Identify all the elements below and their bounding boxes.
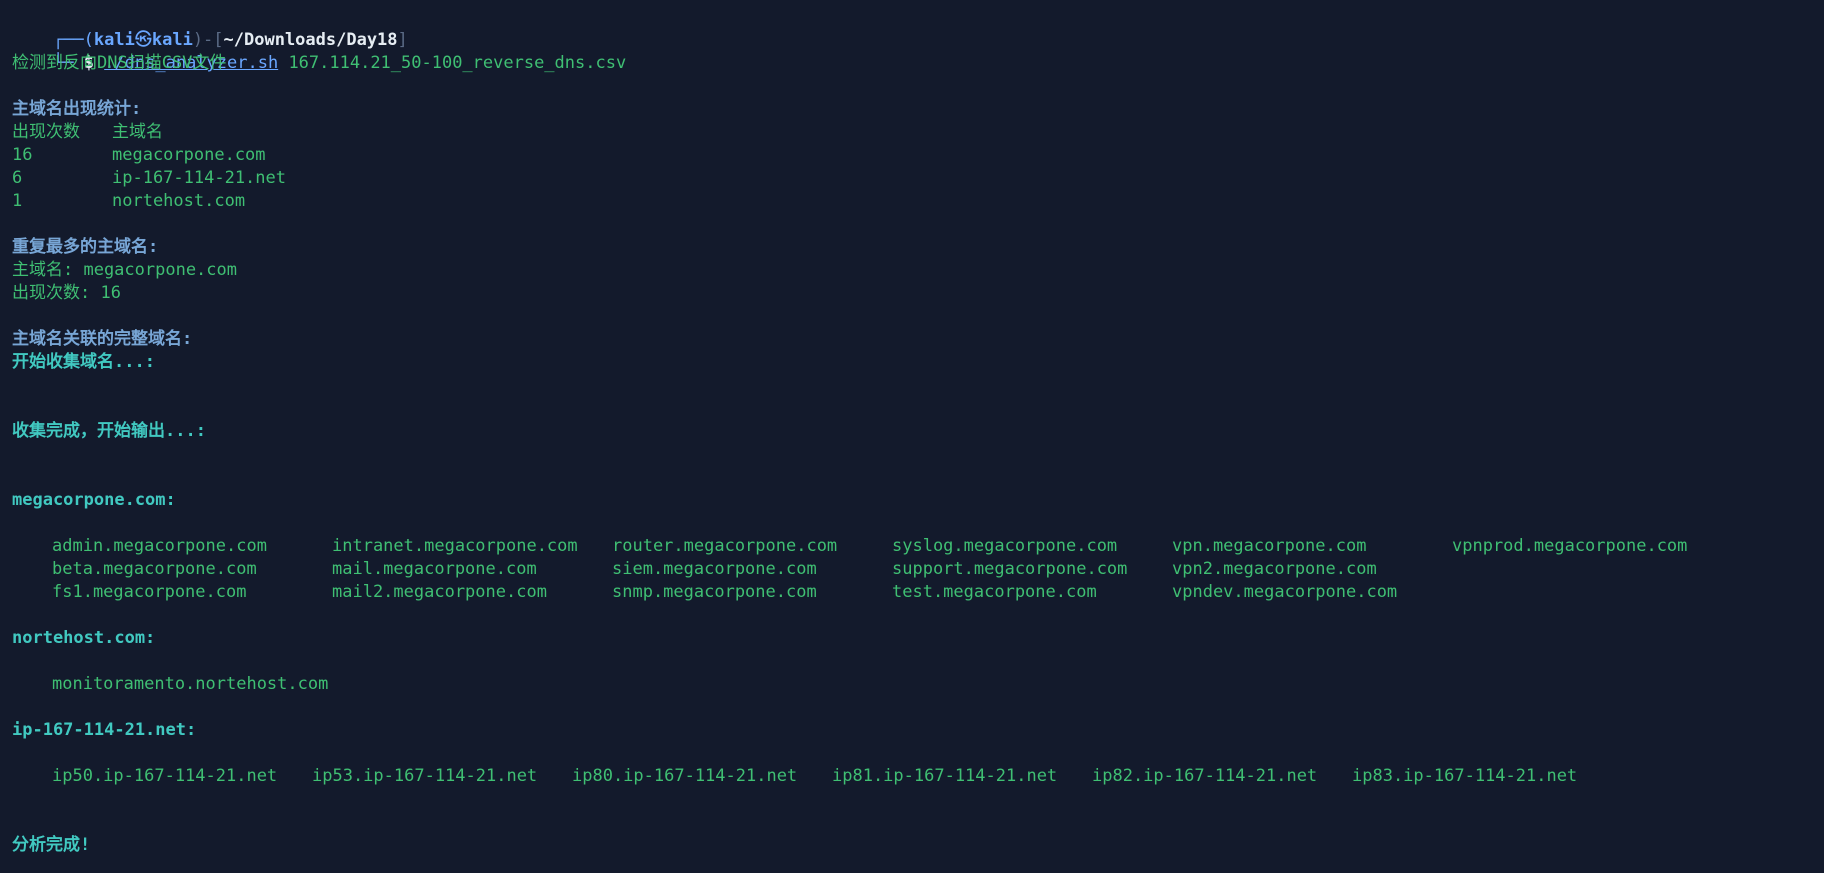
subdomain-item: siem.megacorpone.com [612, 559, 817, 579]
prompt-header: ┌──(kali㉿kali)-[~/Downloads/Day18] [12, 6, 408, 50]
subdomain-item: ip82.ip-167-114-21.net [1092, 766, 1318, 786]
group-title-ip: ip-167-114-21.net: [12, 720, 197, 740]
subdomain-item: router.megacorpone.com [612, 536, 838, 556]
assoc-title: 主域名关联的完整域名: [12, 329, 193, 349]
collect-done-message: 收集完成，开始输出...: [12, 421, 206, 441]
subdomain-item: ip80.ip-167-114-21.net [572, 766, 798, 786]
stats-row-domain: ip-167-114-21.net [112, 168, 286, 188]
subdomain-item: vpndev.megacorpone.com [1172, 582, 1398, 602]
stats-header-count: 出现次数 [12, 122, 80, 142]
stats-row-count: 6 [12, 168, 23, 188]
subdomain-item: monitoramento.nortehost.com [52, 674, 329, 694]
terminal-window[interactable]: ┌──(kali㉿kali)-[~/Downloads/Day18] └─ $ … [0, 0, 1824, 873]
group-title-nortehost: nortehost.com: [12, 628, 156, 648]
subdomain-item: ip50.ip-167-114-21.net [52, 766, 278, 786]
subdomain-item: snmp.megacorpone.com [612, 582, 817, 602]
subdomain-item: admin.megacorpone.com [52, 536, 267, 556]
subdomain-item: vpn.megacorpone.com [1172, 536, 1367, 556]
subdomain-item: ip53.ip-167-114-21.net [312, 766, 538, 786]
subdomain-item: vpnprod.megacorpone.com [1452, 536, 1688, 556]
stats-row-count: 16 [12, 145, 33, 165]
subdomain-item: ip81.ip-167-114-21.net [832, 766, 1058, 786]
subdomain-item: mail2.megacorpone.com [332, 582, 547, 602]
analysis-done-message: 分析完成! [12, 835, 91, 855]
command-argument: 167.114.21_50-100_reverse_dns.csv [288, 53, 627, 73]
group-title-megacorpone: megacorpone.com: [12, 490, 176, 510]
stats-title: 主域名出现统计: [12, 99, 142, 119]
subdomain-item: mail.megacorpone.com [332, 559, 537, 579]
detect-message: 检测到反向DNS扫描CSV文件 [12, 53, 227, 73]
subdomain-item: fs1.megacorpone.com [52, 582, 247, 602]
subdomain-item: test.megacorpone.com [892, 582, 1097, 602]
subdomain-item: support.megacorpone.com [892, 559, 1128, 579]
subdomain-item: beta.megacorpone.com [52, 559, 257, 579]
top-domain-count: 出现次数: 16 [12, 283, 121, 303]
top-domain-name: 主域名: megacorpone.com [12, 260, 237, 280]
stats-row-count: 1 [12, 191, 23, 211]
stats-header-domain: 主域名 [112, 122, 163, 142]
subdomain-item: syslog.megacorpone.com [892, 536, 1118, 556]
stats-row-domain: nortehost.com [112, 191, 246, 211]
subdomain-item: intranet.megacorpone.com [332, 536, 578, 556]
collect-start-message: 开始收集域名...: [12, 352, 155, 372]
subdomain-item: ip83.ip-167-114-21.net [1352, 766, 1578, 786]
subdomain-item: vpn2.megacorpone.com [1172, 559, 1377, 579]
stats-row-domain: megacorpone.com [112, 145, 266, 165]
command-line[interactable]: └─ $ ./dns_analyzer.sh 167.114.21_50-100… [12, 29, 626, 73]
top-domain-title: 重复最多的主域名: [12, 237, 159, 257]
